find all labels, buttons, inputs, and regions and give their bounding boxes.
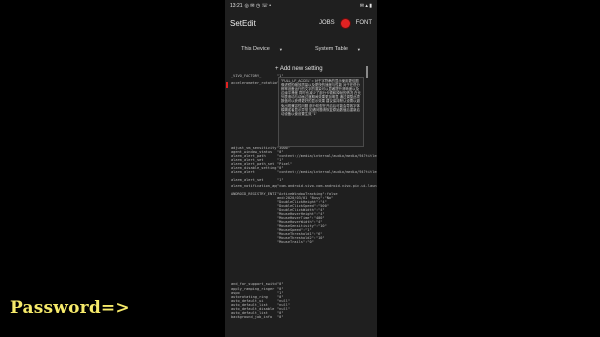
setting-value: "0" — [277, 315, 284, 319]
setting-key: alarm_alert — [231, 170, 255, 174]
setting-key: and_for_support_switch — [231, 282, 277, 286]
system-icons: ✉ ▴ ▮ — [359, 2, 372, 9]
setting-row[interactable]: alarm_alert_set "1" — [231, 178, 284, 182]
setting-row[interactable]: and_for_support_switch"0" — [231, 282, 284, 286]
font-button[interactable]: FONT — [356, 20, 372, 26]
status-bar: 13:21 ◎ ✉ ◷ ☏ • ✉ ▴ ▮ — [225, 0, 377, 11]
setting-row[interactable]: alarm_notification_applied"com.android.v… — [231, 184, 377, 188]
password-caption: Password=> — [10, 298, 130, 318]
setting-row[interactable]: alarm_alert "content://media/internal/aud… — [231, 170, 377, 174]
table-dropdown-label: System Table — [315, 46, 348, 52]
registry-value-lines: and:2020/03/01 "Busy":"No" "DoubleClickH… — [277, 196, 334, 244]
setting-key: background_job_info — [231, 315, 273, 319]
setting-key: ANDROID_REGISTRY_ENTITY — [231, 192, 277, 196]
value-editor[interactable]: "FULL_LF_ACCEL" = 对于字符串的显示使用更佳图像滤镜的缩放质量以… — [278, 77, 364, 147]
setting-key: alarm_notification_applied — [231, 184, 277, 188]
jobs-button[interactable]: JOBS — [319, 20, 335, 26]
setting-value: "com.android.vivo.com.android.vivo.pic.u… — [277, 184, 377, 188]
table-selectors: This Device ▼ System Table ▼ — [225, 42, 377, 56]
caret-down-icon: ▼ — [356, 46, 361, 52]
clock-text: 13:21 — [230, 2, 243, 9]
add-new-setting-button[interactable]: + Add new setting — [275, 66, 323, 72]
app-title: SetEdit — [230, 18, 256, 28]
selected-row-marker — [226, 82, 228, 88]
device-dropdown-label: This Device — [241, 46, 270, 52]
setting-row[interactable]: background_job_info "0" — [231, 315, 284, 319]
table-dropdown[interactable]: System Table ▼ — [315, 46, 361, 52]
device-dropdown[interactable]: This Device ▼ — [241, 46, 283, 52]
caret-down-icon: ▼ — [278, 46, 283, 52]
setting-value: "content://media/internal/audio/media/94… — [277, 154, 377, 158]
setting-value: "content://media/internal/audio/media/94… — [277, 170, 377, 174]
notification-icons: ◎ ✉ ◷ ☏ • — [244, 2, 271, 9]
setting-key: alarm_alert_set — [231, 178, 264, 182]
app-bar: SetEdit JOBS FONT — [225, 11, 377, 35]
setting-key: accelerometer_rotation — [231, 81, 277, 85]
record-indicator-icon[interactable] — [340, 18, 350, 28]
setting-key: _VIVO_FACTORY_ — [231, 74, 262, 78]
phone-screen: 13:21 ◎ ✉ ◷ ☏ • ✉ ▴ ▮ SetEdit JOBS FONT … — [225, 0, 377, 337]
setting-value: "0" — [277, 282, 284, 286]
setting-row[interactable]: _VIVO_FACTORY_ "1" — [231, 74, 284, 78]
setting-value: "1" — [277, 178, 284, 182]
setting-row[interactable]: accelerometer_rotation"1" — [231, 81, 284, 85]
scrollbar-thumb[interactable] — [366, 66, 368, 78]
